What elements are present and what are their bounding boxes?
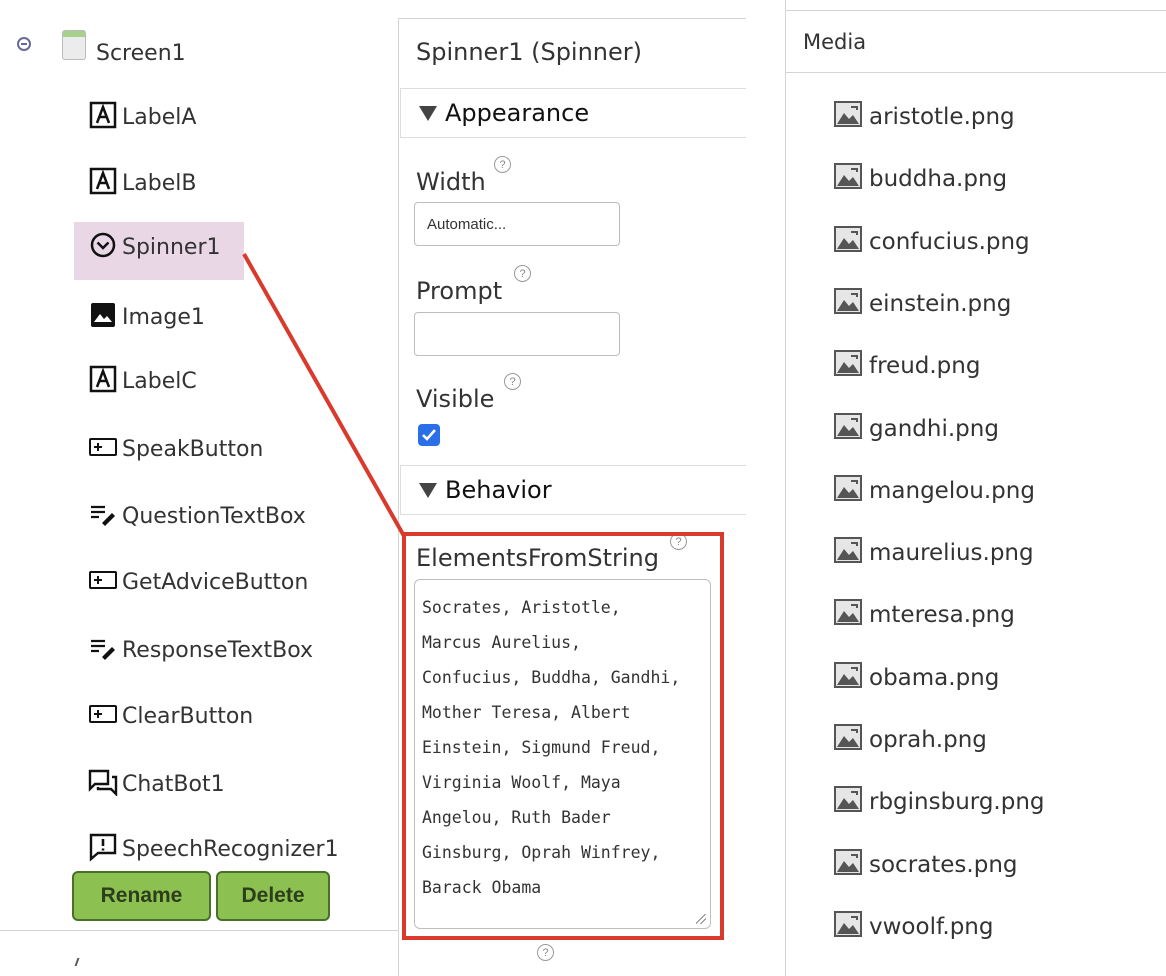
media-file-item[interactable]: maurelius.png [833,536,1034,566]
media-file-item[interactable]: obama.png [833,661,999,691]
media-file-name: rbginsburg.png [869,789,1045,816]
image-file-icon [833,723,867,753]
image-file-icon [833,412,867,442]
media-file-name: buddha.png [869,166,1008,193]
media-file-item[interactable]: rbginsburg.png [833,785,1045,815]
media-title-divider [785,72,1166,73]
media-file-name: obama.png [869,664,1000,691]
media-file-name: oprah.png [869,727,987,753]
image-file-icon [833,162,867,192]
media-file-name: vwoolf.png [869,913,994,940]
media-file-name: aristotle.png [869,104,1015,130]
media-file-name: mangelou.png [869,477,1035,504]
image-file-icon [833,287,867,317]
media-file-name: gandhi.png [869,415,999,442]
image-file-icon [833,848,867,878]
media-file-name: freud.png [869,353,981,380]
image-file-icon [833,474,867,504]
media-file-name: mteresa.png [869,602,1015,629]
media-file-item[interactable]: confucius.png [833,225,1030,255]
media-file-item[interactable]: socrates.png [833,848,1018,878]
media-left-border [785,0,786,976]
media-file-name: confucius.png [869,228,1030,255]
media-file-item[interactable]: einstein.png [833,287,1011,317]
media-file-item[interactable]: vwoolf.png [833,910,993,940]
media-file-item[interactable]: oprah.png [833,723,987,753]
media-file-item[interactable]: freud.png [833,349,980,379]
media-title: Media [803,30,867,54]
help-icon[interactable]: ? [537,944,554,961]
image-file-icon [833,100,867,130]
media-file-name: socrates.png [869,851,1018,878]
image-file-icon [833,225,867,255]
media-file-name: einstein.png [869,290,1012,317]
media-top-border [785,10,1166,11]
image-file-icon [833,349,867,379]
media-file-item[interactable]: mangelou.png [833,474,1035,504]
media-file-item[interactable]: aristotle.png [833,100,1015,130]
media-file-item[interactable]: buddha.png [833,162,1007,192]
image-file-icon [833,910,867,940]
media-file-name: maurelius.png [869,540,1034,567]
media-file-item[interactable]: gandhi.png [833,412,999,442]
image-file-icon [833,785,867,815]
image-file-icon [833,598,867,628]
image-file-icon [833,536,867,566]
image-file-icon [833,661,867,691]
media-file-item[interactable]: mteresa.png [833,598,1015,628]
